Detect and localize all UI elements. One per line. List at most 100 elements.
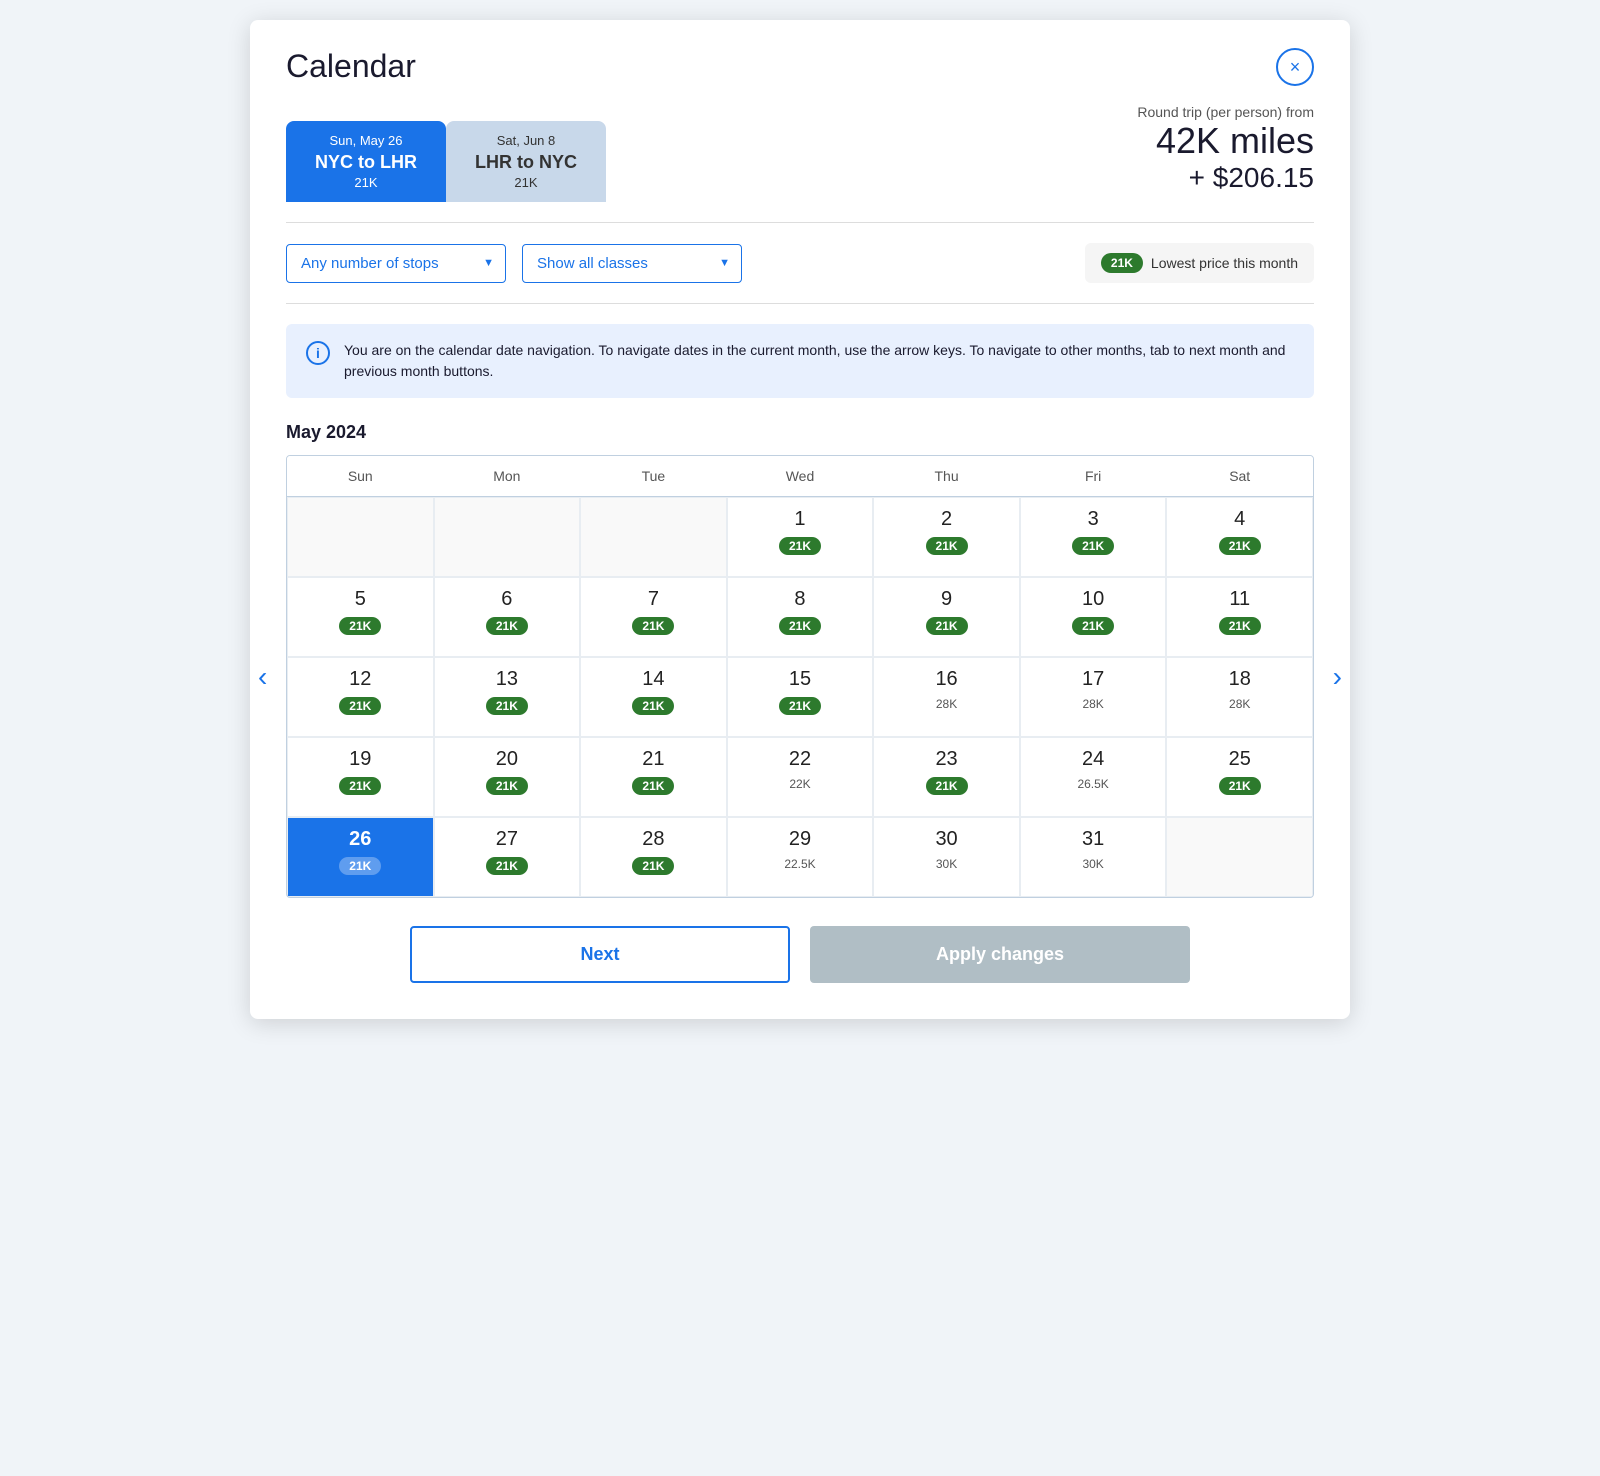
day-price: 21K bbox=[486, 697, 528, 715]
calendar-cell bbox=[287, 497, 434, 577]
calendar-cell[interactable]: 1221K bbox=[287, 657, 434, 737]
day-price: 21K bbox=[1219, 537, 1261, 555]
calendar-body: 121K221K321K421K521K621K721K821K921K1021… bbox=[287, 497, 1313, 897]
calendar-cell[interactable]: 1728K bbox=[1020, 657, 1167, 737]
calendar-cell[interactable]: 121K bbox=[727, 497, 874, 577]
day-price: 26.5K bbox=[1077, 777, 1108, 791]
day-price: 28K bbox=[1082, 697, 1103, 711]
calendar-cell[interactable]: 3030K bbox=[873, 817, 1020, 897]
legend-price-pill: 21K bbox=[1101, 253, 1143, 273]
filters-divider bbox=[286, 303, 1314, 304]
day-number: 21 bbox=[642, 748, 664, 771]
calendar-cell[interactable]: 2321K bbox=[873, 737, 1020, 817]
footer: Next Apply changes bbox=[286, 926, 1314, 983]
calendar-cell[interactable]: 2222K bbox=[727, 737, 874, 817]
day-number: 31 bbox=[1082, 828, 1104, 851]
day-number: 2 bbox=[941, 508, 952, 531]
calendar-cell[interactable]: 1828K bbox=[1166, 657, 1313, 737]
day-number: 13 bbox=[496, 668, 518, 691]
day-number: 10 bbox=[1082, 588, 1104, 611]
day-price: 21K bbox=[339, 777, 381, 795]
stops-filter[interactable]: Any number of stops Nonstop only 1 stop … bbox=[286, 244, 506, 283]
day-price: 21K bbox=[632, 617, 674, 635]
calendar-cell[interactable]: 521K bbox=[287, 577, 434, 657]
day-number: 27 bbox=[496, 828, 518, 851]
day-price: 21K bbox=[339, 857, 381, 875]
tab-outbound-route: NYC to LHR bbox=[310, 152, 422, 173]
calendar-cell[interactable]: 2521K bbox=[1166, 737, 1313, 817]
calendar-cell[interactable]: 2621K bbox=[287, 817, 434, 897]
calendar-cell[interactable]: 221K bbox=[873, 497, 1020, 577]
day-price: 21K bbox=[339, 697, 381, 715]
day-price: 22K bbox=[789, 777, 810, 791]
info-box: i You are on the calendar date navigatio… bbox=[286, 324, 1314, 398]
next-button[interactable]: Next bbox=[410, 926, 790, 983]
day-number: 15 bbox=[789, 668, 811, 691]
class-filter-wrapper: Show all classes Economy Business First bbox=[522, 244, 742, 283]
calendar-cell[interactable]: 621K bbox=[434, 577, 581, 657]
calendar-cell[interactable]: 921K bbox=[873, 577, 1020, 657]
calendar-cell[interactable]: 2721K bbox=[434, 817, 581, 897]
calendar-cell[interactable]: 1121K bbox=[1166, 577, 1313, 657]
class-filter[interactable]: Show all classes Economy Business First bbox=[522, 244, 742, 283]
price-cash: + $206.15 bbox=[1137, 162, 1314, 194]
calendar-modal: Calendar × Sun, May 26 NYC to LHR 21K Sa… bbox=[250, 20, 1350, 1019]
weekday-header-thu: Thu bbox=[873, 456, 1020, 497]
day-number: 4 bbox=[1234, 508, 1245, 531]
tab-return-route: LHR to NYC bbox=[470, 152, 582, 173]
day-price: 30K bbox=[936, 857, 957, 871]
day-number: 7 bbox=[648, 588, 659, 611]
calendar-cell[interactable]: 321K bbox=[1020, 497, 1167, 577]
apply-button[interactable]: Apply changes bbox=[810, 926, 1190, 983]
day-price: 21K bbox=[1219, 617, 1261, 635]
calendar-cell[interactable]: 1628K bbox=[873, 657, 1020, 737]
weekday-header-fri: Fri bbox=[1020, 456, 1167, 497]
calendar-cell[interactable]: 2021K bbox=[434, 737, 581, 817]
price-label: Round trip (per person) from bbox=[1137, 104, 1314, 120]
calendar-cell[interactable]: 1921K bbox=[287, 737, 434, 817]
day-number: 18 bbox=[1229, 668, 1251, 691]
day-price: 21K bbox=[486, 777, 528, 795]
calendar-cell[interactable]: 2121K bbox=[580, 737, 727, 817]
calendar-cell[interactable]: 24 26.5K bbox=[1020, 737, 1167, 817]
day-price: 21K bbox=[486, 857, 528, 875]
tabs-and-price: Sun, May 26 NYC to LHR 21K Sat, Jun 8 LH… bbox=[286, 104, 1314, 202]
filters-row: Any number of stops Nonstop only 1 stop … bbox=[286, 243, 1314, 283]
weekday-header-tue: Tue bbox=[580, 456, 727, 497]
day-number: 1 bbox=[794, 508, 805, 531]
day-price: 28K bbox=[936, 697, 957, 711]
legend-badge: 21K Lowest price this month bbox=[1085, 243, 1314, 283]
tab-outbound[interactable]: Sun, May 26 NYC to LHR 21K bbox=[286, 121, 446, 202]
weekday-header-sun: Sun bbox=[287, 456, 434, 497]
calendar-cell[interactable]: 421K bbox=[1166, 497, 1313, 577]
tab-return-miles: 21K bbox=[470, 175, 582, 190]
flight-tabs: Sun, May 26 NYC to LHR 21K Sat, Jun 8 LH… bbox=[286, 121, 606, 202]
tab-return[interactable]: Sat, Jun 8 LHR to NYC 21K bbox=[446, 121, 606, 202]
day-number: 25 bbox=[1229, 748, 1251, 771]
day-number: 24 bbox=[1082, 748, 1104, 771]
close-button[interactable]: × bbox=[1276, 48, 1314, 86]
calendar-cell[interactable]: 2922.5K bbox=[727, 817, 874, 897]
day-number: 9 bbox=[941, 588, 952, 611]
calendar-cell[interactable]: 721K bbox=[580, 577, 727, 657]
tab-outbound-miles: 21K bbox=[310, 175, 422, 190]
info-text: You are on the calendar date navigation.… bbox=[344, 340, 1294, 382]
day-price: 28K bbox=[1229, 697, 1250, 711]
day-price: 21K bbox=[1072, 617, 1114, 635]
calendar-cell bbox=[1166, 817, 1313, 897]
calendar-cell[interactable]: 2821K bbox=[580, 817, 727, 897]
day-number: 3 bbox=[1088, 508, 1099, 531]
next-month-button[interactable]: › bbox=[1325, 653, 1350, 701]
calendar-cell[interactable]: 3130K bbox=[1020, 817, 1167, 897]
calendar-cell[interactable]: 1321K bbox=[434, 657, 581, 737]
calendar-cell[interactable]: 1521K bbox=[727, 657, 874, 737]
calendar-cell[interactable]: 1021K bbox=[1020, 577, 1167, 657]
prev-month-button[interactable]: ‹ bbox=[250, 653, 275, 701]
day-number: 12 bbox=[349, 668, 371, 691]
calendar-cell[interactable]: 821K bbox=[727, 577, 874, 657]
day-number: 8 bbox=[794, 588, 805, 611]
calendar-cell[interactable]: 1421K bbox=[580, 657, 727, 737]
day-number: 17 bbox=[1082, 668, 1104, 691]
day-price: 21K bbox=[339, 617, 381, 635]
tab-outbound-date: Sun, May 26 bbox=[310, 133, 422, 148]
